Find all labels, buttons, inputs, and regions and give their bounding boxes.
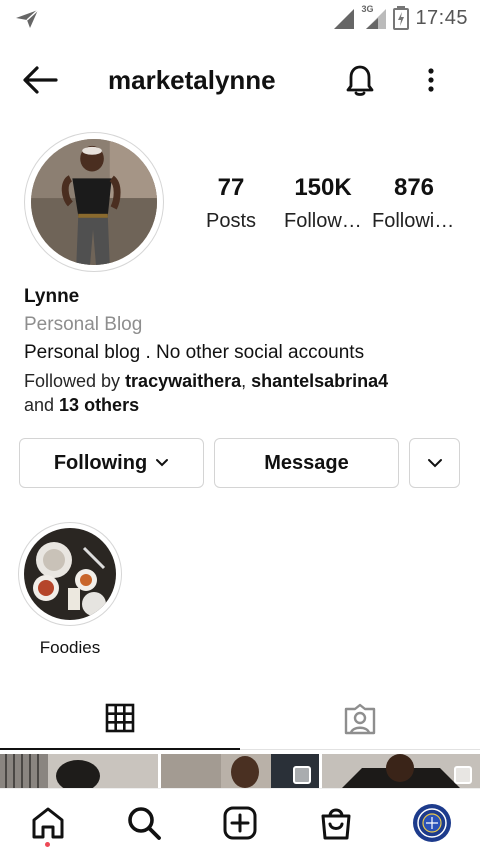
nav-home[interactable]: [28, 803, 68, 843]
posts-grid: [0, 754, 480, 788]
clock: 17:45: [415, 6, 468, 29]
following-button-label: Following: [53, 451, 148, 474]
followed-by-prefix: Followed by: [24, 371, 126, 391]
chevron-down-icon: [427, 459, 442, 468]
message-button[interactable]: Message: [214, 438, 399, 488]
post-thumbnail[interactable]: [161, 754, 319, 788]
profile-name: Lynne: [24, 286, 80, 307]
signal-indicator: 3G: [333, 4, 387, 30]
bell-icon[interactable]: [340, 60, 380, 100]
followers-stat[interactable]: 150K Followers: [284, 174, 362, 233]
profile-avatar-icon: [413, 804, 451, 842]
profile-bio: Lynne Personal Blog Personal blog . No o…: [24, 286, 464, 417]
highlight-cover: [24, 528, 116, 620]
nav-create[interactable]: [220, 803, 260, 843]
shop-icon: [321, 808, 351, 840]
profile-header: marketalynne: [0, 52, 480, 108]
posts-stat[interactable]: 77 Posts: [196, 174, 266, 233]
more-vertical-icon[interactable]: [416, 62, 446, 102]
post-thumbnail[interactable]: [0, 754, 158, 788]
story-highlight[interactable]: Foodies: [18, 522, 122, 658]
signal-icon-2: [366, 9, 387, 29]
followed-by-and: and: [24, 395, 60, 415]
highlight-ring[interactable]: [18, 522, 122, 626]
message-button-label: Message: [264, 451, 349, 474]
multiple-photos-icon: [454, 766, 472, 784]
home-icon: [32, 807, 64, 839]
mutual-follower-1[interactable]: tracywaithera: [125, 371, 241, 391]
followed-by-separator: ,: [241, 371, 252, 391]
create-icon: [223, 806, 257, 840]
send-icon: [16, 9, 39, 28]
grid-icon: [105, 703, 135, 733]
posts-label: Posts: [205, 210, 257, 232]
followers-label: Followers: [284, 210, 362, 232]
post-thumbnail[interactable]: [322, 754, 480, 788]
tab-tagged[interactable]: [240, 688, 480, 750]
tab-posts-grid[interactable]: [0, 688, 240, 750]
search-icon: [128, 807, 161, 840]
bottom-navigation: [0, 788, 480, 854]
activity-indicator-dot: [45, 842, 50, 847]
highlight-label: Foodies: [39, 638, 101, 657]
status-bar: 3G 17:45: [0, 0, 480, 38]
profile-stats: 77 Posts 150K Followers 876 Following: [0, 174, 480, 244]
signal-icon: [334, 9, 355, 29]
battery-icon: [393, 6, 410, 30]
following-stat[interactable]: 876 Following: [372, 174, 456, 233]
back-arrow-icon[interactable]: [20, 64, 60, 96]
nav-profile[interactable]: [412, 803, 452, 843]
following-button[interactable]: Following: [19, 438, 204, 488]
profile-username: marketalynne: [108, 65, 276, 95]
nav-search[interactable]: [124, 803, 164, 843]
posts-count: 77: [217, 174, 245, 201]
followed-by[interactable]: Followed by tracywaithera, shantelsabrin…: [24, 369, 464, 417]
profile-category: Personal Blog: [24, 314, 143, 335]
following-count: 876: [393, 174, 435, 201]
profile-description: Personal blog . No other social accounts: [24, 342, 365, 363]
nav-shop[interactable]: [316, 803, 356, 843]
following-label: Following: [372, 210, 456, 232]
chevron-down-icon: [156, 459, 169, 467]
mutual-followers-others[interactable]: 13 others: [59, 395, 139, 415]
mutual-follower-2[interactable]: shantelsabrina4: [251, 371, 388, 391]
profile-tabs: [0, 688, 480, 750]
tagged-icon: [344, 703, 376, 735]
followers-count: 150K: [294, 174, 352, 201]
multiple-photos-icon: [293, 766, 311, 784]
suggested-accounts-button[interactable]: [409, 438, 460, 488]
